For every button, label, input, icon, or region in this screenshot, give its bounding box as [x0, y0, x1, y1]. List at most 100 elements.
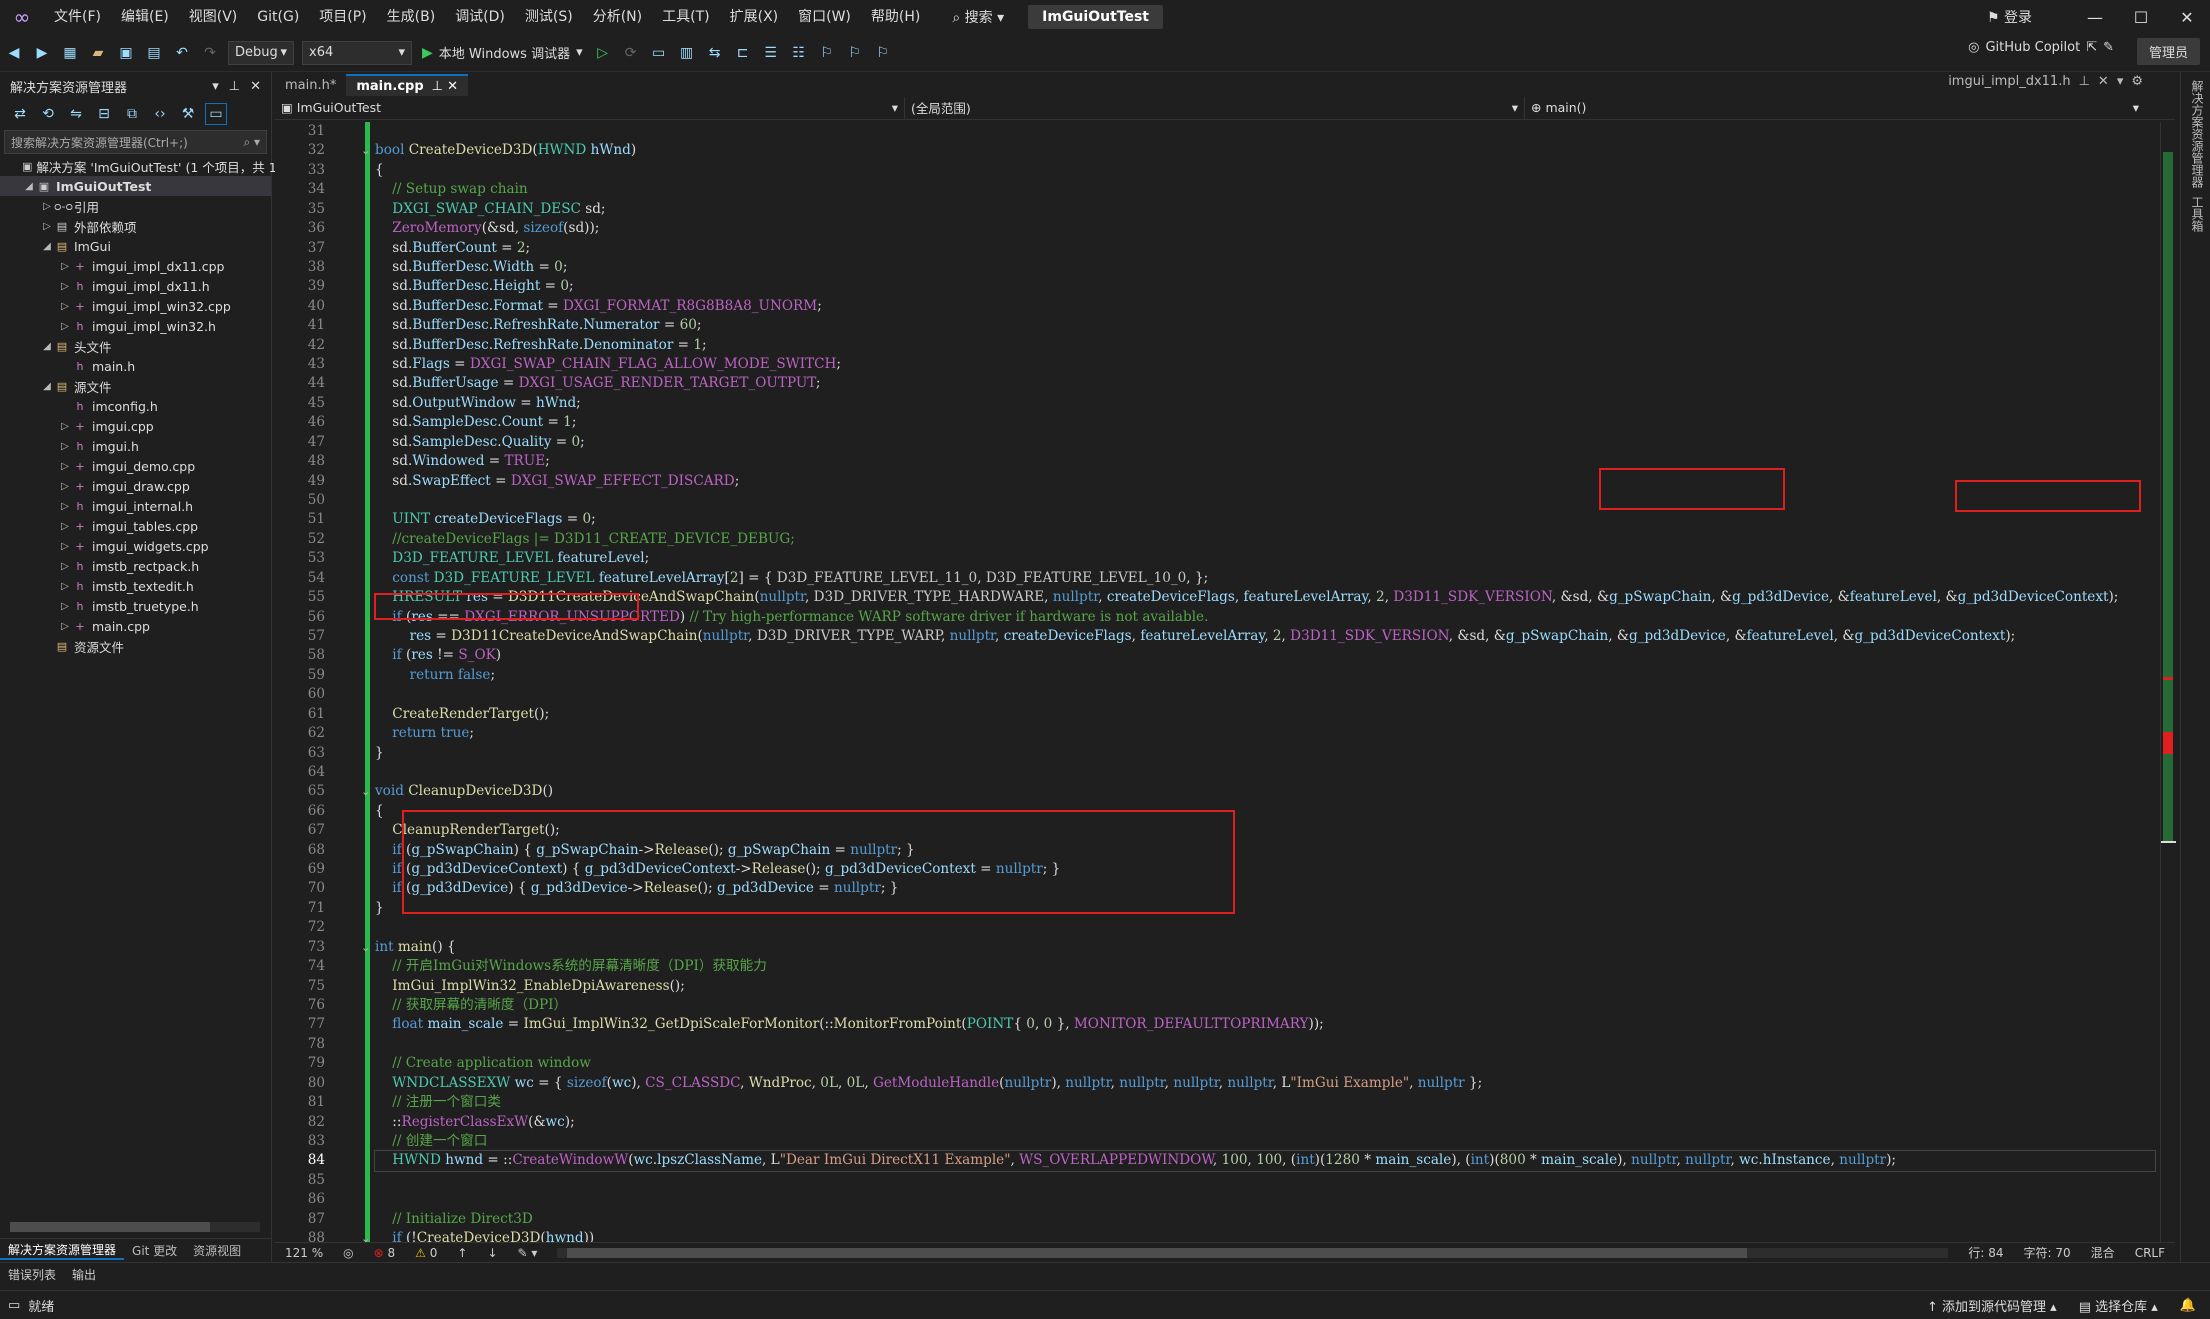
menu-item[interactable]: 窗口(W) [788, 0, 861, 34]
code-line[interactable]: sd.BufferDesc.Width = 0; [375, 258, 2155, 277]
fold-icon[interactable]: ⌄ [361, 782, 370, 801]
code-line[interactable]: // 创建一个窗口 [375, 1132, 2155, 1151]
new-project-icon[interactable]: ▦ [59, 42, 81, 64]
tree-item[interactable]: h main.h [0, 356, 271, 376]
code-line[interactable]: sd.BufferDesc.Format = DXGI_FORMAT_R8G8B… [375, 297, 2155, 316]
code-line[interactable]: sd.Windowed = TRUE; [375, 452, 2155, 471]
menu-item[interactable]: 编辑(E) [111, 0, 179, 34]
code-line[interactable]: sd.BufferDesc.RefreshRate.Denominator = … [375, 336, 2155, 355]
code-line[interactable]: // 开启ImGui对Windows系统的屏幕清晰度（DPI）获取能力 [375, 957, 2155, 976]
expand-arrow-icon[interactable]: ▷ [58, 281, 72, 292]
expand-arrow-icon[interactable]: ▷ [58, 441, 72, 452]
expand-arrow-icon[interactable]: ▷ [58, 321, 72, 332]
configuration-select[interactable]: Debug ▾ [228, 40, 294, 65]
vertical-scrollbar[interactable] [2160, 122, 2176, 1242]
expand-arrow-icon[interactable]: ▷ [58, 601, 72, 612]
save-icon[interactable]: ▣ [115, 42, 137, 64]
code-line[interactable]: // Create application window [375, 1054, 2155, 1073]
tree-item[interactable]: ▷ + imgui_impl_win32.cpp [0, 296, 271, 316]
code-cleanup-icon[interactable]: ✎ ▾ [508, 1246, 548, 1260]
settings-icon[interactable]: ⚙ [2131, 74, 2143, 89]
expand-arrow-icon[interactable]: ◢ [40, 341, 54, 352]
tree-item[interactable]: ▷ h imgui_internal.h [0, 496, 271, 516]
code-line[interactable]: sd.SampleDesc.Quality = 0; [375, 433, 2155, 452]
tree-item[interactable]: ▷ + main.cpp [0, 616, 271, 636]
expand-arrow-icon[interactable]: ▷ [58, 521, 72, 532]
start-debugging-button[interactable]: ▶ 本地 Windows 调试器 ▾ [422, 43, 583, 63]
code-line[interactable]: sd.BufferUsage = DXGI_USAGE_RENDER_TARGE… [375, 374, 2155, 393]
menu-item[interactable]: Git(G) [247, 0, 309, 34]
code-line[interactable]: } [375, 744, 2155, 763]
code-line[interactable]: ::RegisterClassExW(&wc); [375, 1113, 2155, 1132]
menu-item[interactable]: 帮助(H) [861, 0, 930, 34]
code-line[interactable]: sd.BufferDesc.RefreshRate.Numerator = 60… [375, 316, 2155, 335]
fold-icon[interactable]: ⌄ [361, 938, 370, 957]
code-line[interactable]: // Setup swap chain [375, 180, 2155, 199]
bookmark-icon[interactable]: ⊏ [732, 42, 754, 64]
char-position[interactable]: 字符: 70 [2014, 1244, 2081, 1261]
code-line[interactable]: ImGui_ImplWin32_EnableDpiAwareness(); [375, 977, 2155, 996]
menu-item[interactable]: 文件(F) [44, 0, 111, 34]
code-line[interactable]: sd.SampleDesc.Count = 1; [375, 413, 2155, 432]
warning-count[interactable]: ⚠ 0 [405, 1246, 447, 1260]
tree-item[interactable]: ◢ ▤ ImGui [0, 236, 271, 256]
code-line[interactable]: float main_scale = ImGui_ImplWin32_GetDp… [375, 1015, 2155, 1034]
expand-arrow-icon[interactable]: ◢ [40, 381, 54, 392]
code-line[interactable]: DXGI_SWAP_CHAIN_DESC sd; [375, 200, 2155, 219]
menu-item[interactable]: 调试(D) [445, 0, 515, 34]
panel-tab[interactable]: Git 更改 [124, 1242, 185, 1259]
line-position[interactable]: 行: 84 [1958, 1244, 2013, 1261]
tree-item[interactable]: ▷ + imgui_draw.cpp [0, 476, 271, 496]
preview-icon[interactable]: ▭ [205, 103, 227, 125]
menu-item[interactable]: 视图(V) [179, 0, 248, 34]
document-tab[interactable]: main.h* [275, 74, 346, 96]
pin-tab-icon[interactable]: ⊥ [2079, 74, 2090, 89]
code-line[interactable]: if (res != S_OK) [375, 646, 2155, 665]
code-line[interactable]: sd.OutputWindow = hWnd; [375, 394, 2155, 413]
step-icon[interactable]: ⇆ [704, 42, 726, 64]
code-line[interactable] [375, 918, 2155, 937]
start-without-debugging-icon[interactable]: ▷ [592, 42, 614, 64]
code-line[interactable]: return false; [375, 666, 2155, 685]
bookmark-prev-icon[interactable]: ⚐ [844, 42, 866, 64]
tab-imgui-impl-dx11-h[interactable]: imgui_impl_dx11.h [1948, 74, 2070, 89]
tree-item[interactable]: ◢ ▤ 源文件 [0, 376, 271, 396]
expand-arrow-icon[interactable]: ▷ [58, 421, 72, 432]
code-line[interactable]: // 注册一个窗口类 [375, 1093, 2155, 1112]
tree-item[interactable]: ▷ h imstb_truetype.h [0, 596, 271, 616]
bookmark-toggle-icon[interactable]: ⚐ [816, 42, 838, 64]
view-code-icon[interactable]: ‹› [149, 103, 171, 125]
expand-arrow-icon[interactable]: ▷ [58, 581, 72, 592]
code-line[interactable]: const D3D_FEATURE_LEVEL featureLevelArra… [375, 569, 2155, 588]
history-icon[interactable]: ⟲ [37, 103, 59, 125]
code-line[interactable]: if (g_pd3dDevice) { g_pd3dDevice->Releas… [375, 879, 2155, 898]
expand-arrow-icon[interactable]: ▷ [58, 261, 72, 272]
expand-arrow-icon[interactable]: ▷ [40, 221, 54, 232]
menu-item[interactable]: 扩展(X) [720, 0, 789, 34]
scope-nav-select[interactable]: (全局范围) ▾ [905, 96, 1525, 119]
panel-tab[interactable]: 资源视图 [185, 1242, 249, 1259]
tree-item[interactable]: ▷ ▤ 外部依赖项 [0, 216, 271, 236]
tree-item[interactable]: ▣ 解决方案 'ImGuiOutTest' (1 个项目，共 1 [0, 156, 277, 176]
code-line[interactable]: // 获取屏幕的清晰度（DPI） [375, 996, 2155, 1015]
tree-item[interactable]: ▷ + imgui_impl_dx11.cpp [0, 256, 271, 276]
fold-icon[interactable]: ⌄ [361, 141, 370, 160]
sync-icon[interactable]: ⇄ [9, 103, 31, 125]
expand-arrow-icon[interactable]: ▷ [58, 461, 72, 472]
code-line[interactable]: HRESULT res = D3D11CreateDeviceAndSwapCh… [375, 588, 2155, 607]
tree-item[interactable]: ▷ h imstb_rectpack.h [0, 556, 271, 576]
menu-item[interactable]: 分析(N) [583, 0, 652, 34]
menu-item[interactable]: 生成(B) [377, 0, 446, 34]
minimize-button[interactable]: — [2072, 8, 2118, 27]
code-line[interactable] [375, 1190, 2155, 1209]
tree-item[interactable]: h imconfig.h [0, 396, 271, 416]
code-line[interactable]: HWND hwnd = ::CreateWindowW(wc.lpszClass… [374, 1150, 2156, 1172]
save-all-icon[interactable]: ▤ [143, 42, 165, 64]
code-line[interactable]: return true; [375, 724, 2155, 743]
diagnostics-icon[interactable]: ▥ [676, 42, 698, 64]
expand-arrow-icon[interactable]: ▷ [58, 541, 72, 552]
collapse-all-icon[interactable]: ⊟ [93, 103, 115, 125]
expand-arrow-icon[interactable]: ▷ [58, 561, 72, 572]
rail-solution-explorer[interactable]: 解决方案资源管理器 [2189, 80, 2206, 188]
open-folder-icon[interactable]: ▰ [87, 42, 109, 64]
